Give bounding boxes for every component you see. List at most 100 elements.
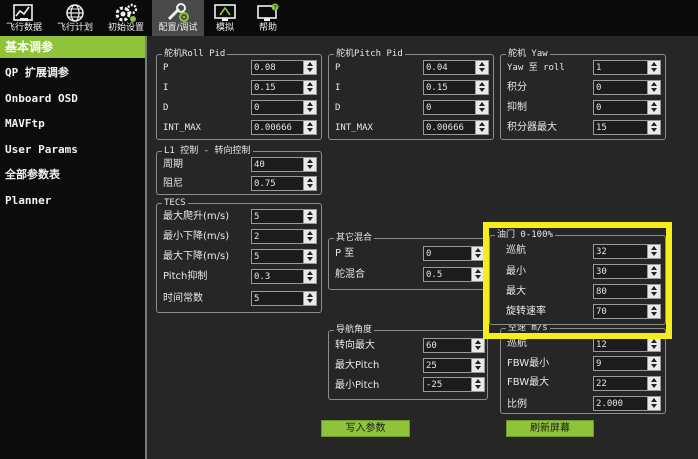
spin-arrows-icon[interactable] [303,177,316,190]
spin-arrows-icon[interactable] [303,292,316,305]
sidebar-item-qp-extended[interactable]: QP 扩展调参 [0,62,145,84]
toolbar-config-tuning[interactable]: 配置/调试 [152,0,204,36]
other-mix-p-spinner[interactable]: 0 [423,246,485,261]
pitch-pid-panel: 舵机Pitch Pid P 0.04 I 0.15 D 0 INT_MAX 0.… [328,48,494,140]
pitch-i-spinner[interactable]: 0.15 [423,80,489,95]
sidebar-menu: 基本调参 QP 扩展调参 Onboard OSD MAVFtp User Par… [0,36,147,459]
yaw-damping-spinner[interactable]: 0 [593,100,661,115]
spin-arrows-icon[interactable] [647,101,660,114]
spin-arrows-icon[interactable] [303,270,316,283]
toolbar-flight-data[interactable]: 飞行数据 [0,0,48,36]
airspeed-fbw-max-value: 22 [596,379,607,389]
tecs-time-const-label: 时间常数 [163,293,203,304]
simulation-monitor-icon [214,4,236,21]
spin-arrows-icon[interactable] [475,81,488,94]
nav-bank-value: 60 [426,341,437,351]
sidebar-item-basic-tuning[interactable]: 基本调参 [0,36,145,58]
nav-pitch-min-value: -25 [426,380,443,390]
spin-arrows-icon[interactable] [303,101,316,114]
spin-arrows-icon[interactable] [475,101,488,114]
pitch-imax-spinner[interactable]: 0.00666 [423,120,489,135]
setup-gears-icon [115,3,138,22]
nav-bank-spinner[interactable]: 60 [423,338,485,353]
toolbar-flight-plan[interactable]: 飞行计划 [50,0,100,36]
yaw-roll-spinner[interactable]: 1 [593,60,661,75]
yaw-integral-spinner[interactable]: 0 [593,80,661,95]
nav-angle-panel: 导航角度 转向最大 60 最大Pitch 25 最小Pitch -25 [328,324,488,400]
roll-d-label: D [163,103,169,113]
toolbar-initial-setup[interactable]: 初始设置 [102,0,150,36]
airspeed-fbw-max-spinner[interactable]: 22 [593,376,661,391]
tecs-title: TECS [162,197,188,209]
spin-arrows-icon[interactable] [647,61,660,74]
spin-arrows-icon[interactable] [471,359,484,372]
toolbar-label: 飞行计划 [56,23,93,33]
sidebar-item-mavftp[interactable]: MAVFtp [0,113,145,135]
airspeed-cruise-spinner[interactable]: 12 [593,337,661,352]
airspeed-ratio-spinner[interactable]: 2.000 [593,396,661,411]
spin-arrows-icon[interactable] [647,397,660,410]
sidebar-item-planner[interactable]: Planner [0,190,145,212]
l1-title: L1 控制 - 转向控制 [162,145,253,157]
toolbar-label: 模拟 [215,23,234,33]
spin-arrows-icon[interactable] [471,378,484,391]
airspeed-fbw-min-spinner[interactable]: 9 [593,356,661,371]
yaw-imax-spinner[interactable]: 15 [593,120,661,135]
spin-arrows-icon[interactable] [303,61,316,74]
spin-arrows-icon[interactable] [647,81,660,94]
pitch-imax-label: INT_MAX [335,123,373,133]
spin-arrows-icon[interactable] [475,61,488,74]
roll-p-spinner[interactable]: 0.08 [251,60,317,75]
tecs-pitch-damp-spinner[interactable]: 0.3 [251,269,317,284]
roll-i-spinner[interactable]: 0.15 [251,80,317,95]
spin-arrows-icon[interactable] [303,210,316,223]
sidebar-item-onboard-osd[interactable]: Onboard OSD [0,88,145,110]
spin-arrows-icon[interactable] [471,339,484,352]
spin-arrows-icon[interactable] [647,377,660,390]
yaw-title: 舵机 Yaw [506,48,550,60]
tecs-max-sink-spinner[interactable]: 5 [251,249,317,264]
toolbar-help[interactable]: ? 帮助 [248,0,288,36]
pitch-d-value: 0 [426,103,432,113]
l1-period-spinner[interactable]: 40 [251,157,317,172]
yaw-damping-label: 抑制 [507,102,527,113]
yaw-imax-value: 15 [596,123,607,133]
spin-arrows-icon[interactable] [475,121,488,134]
write-params-button[interactable]: 写入参数 [321,420,410,437]
toolbar-simulation[interactable]: 模拟 [206,0,244,36]
tecs-pitch-damp-label: Pitch抑制 [163,271,208,282]
tecs-min-sink-spinner[interactable]: 2 [251,229,317,244]
other-mix-mix-spinner[interactable]: 0.5 [423,267,485,282]
l1-damping-spinner[interactable]: 0.75 [251,176,317,191]
pitch-imax-value: 0.00666 [426,123,464,133]
nav-pitch-max-label: 最大Pitch [335,360,380,371]
spin-arrows-icon[interactable] [303,230,316,243]
yaw-roll-label: Yaw 至 roll [507,63,565,73]
spin-arrows-icon[interactable] [303,158,316,171]
sidebar-item-user-params[interactable]: User Params [0,139,145,161]
roll-imax-spinner[interactable]: 0.00666 [251,120,317,135]
refresh-screen-button[interactable]: 刷新屏幕 [506,420,594,437]
spin-arrows-icon[interactable] [647,357,660,370]
nav-pitch-min-spinner[interactable]: -25 [423,377,485,392]
spin-arrows-icon[interactable] [647,121,660,134]
spin-arrows-icon[interactable] [303,121,316,134]
roll-i-label: I [163,83,169,93]
spin-arrows-icon[interactable] [303,81,316,94]
yaw-damping-value: 0 [596,103,602,113]
l1-damping-value: 0.75 [254,179,276,189]
nav-pitch-max-value: 25 [426,361,437,371]
airspeed-cruise-label: 巡航 [507,338,527,349]
pitch-d-spinner[interactable]: 0 [423,100,489,115]
pitch-i-value: 0.15 [426,83,448,93]
spin-arrows-icon[interactable] [647,338,660,351]
pitch-p-spinner[interactable]: 0.04 [423,60,489,75]
tecs-max-sink-label: 最大下降(m/s) [163,251,230,262]
tecs-climb-spinner[interactable]: 5 [251,209,317,224]
spin-arrows-icon[interactable] [303,250,316,263]
tecs-time-const-spinner[interactable]: 5 [251,291,317,306]
sidebar-item-full-params[interactable]: 全部参数表 [0,164,145,186]
nav-pitch-max-spinner[interactable]: 25 [423,358,485,373]
roll-d-spinner[interactable]: 0 [251,100,317,115]
help-monitor-icon: ? [257,3,279,21]
